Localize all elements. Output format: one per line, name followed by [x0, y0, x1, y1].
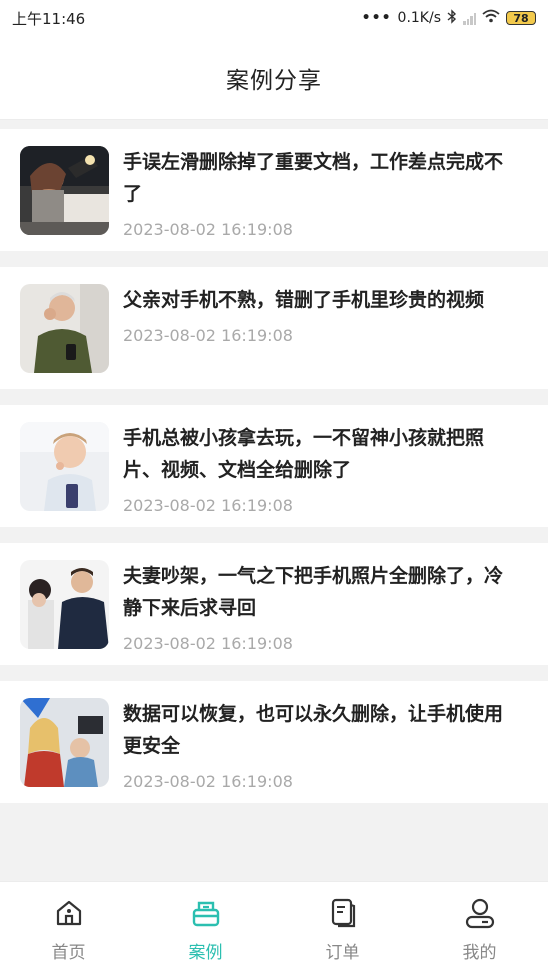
order-icon — [331, 898, 355, 928]
nav-label-profile: 我的 — [462, 943, 497, 963]
case-thumbnail — [20, 284, 109, 373]
more-dots-icon: ••• — [361, 10, 392, 26]
case-thumbnail — [20, 422, 109, 511]
case-timestamp: 2023-08-02 16:19:08 — [123, 634, 293, 653]
case-title: 夫妻吵架，一气之下把手机照片全删除了，冷静下来后求寻回 — [123, 565, 504, 619]
case-item[interactable]: 父亲对手机不熟，错删了手机里珍贵的视频 2023-08-02 16:19:08 — [0, 267, 548, 389]
case-thumbnail — [20, 146, 109, 235]
page-title: 案例分享 — [226, 67, 322, 94]
case-timestamp: 2023-08-02 16:19:08 — [123, 772, 293, 791]
signal-icon — [463, 12, 476, 25]
case-title: 手误左滑删除掉了重要文档，工作差点完成不了 — [123, 151, 504, 205]
case-item[interactable]: 手机总被小孩拿去玩，一不留神小孩就把照片、视频、文档全给删除了 2023-08-… — [0, 405, 548, 527]
nav-item-case[interactable]: 案例 — [137, 882, 274, 977]
profile-icon — [465, 898, 494, 929]
case-item[interactable]: 手误左滑删除掉了重要文档，工作差点完成不了 2023-08-02 16:19:0… — [0, 129, 548, 251]
case-timestamp: 2023-08-02 16:19:08 — [123, 326, 293, 345]
network-speed: 0.1K/s — [397, 10, 441, 26]
case-list: 手误左滑删除掉了重要文档，工作差点完成不了 2023-08-02 16:19:0… — [0, 129, 548, 819]
case-item[interactable]: 夫妻吵架，一气之下把手机照片全删除了，冷静下来后求寻回 2023-08-02 1… — [0, 543, 548, 665]
app-header: 案例分享 — [0, 36, 548, 120]
case-title: 手机总被小孩拿去玩，一不留神小孩就把照片、视频、文档全给删除了 — [123, 427, 485, 481]
bottom-nav: 首页 案例 订单 我的 — [0, 881, 548, 977]
status-bar: 上午11:46 ••• 0.1K/s 78 — [0, 0, 548, 36]
case-title: 父亲对手机不熟，错删了手机里珍贵的视频 — [123, 289, 485, 311]
case-title: 数据可以恢复，也可以永久删除，让手机使用更安全 — [123, 703, 504, 757]
battery-icon: 78 — [506, 11, 536, 25]
case-thumbnail — [20, 560, 109, 649]
home-icon — [56, 900, 81, 926]
nav-item-home[interactable]: 首页 — [0, 882, 137, 977]
status-time: 上午11:46 — [12, 9, 86, 28]
wifi-icon — [482, 9, 500, 27]
nav-label-order: 订单 — [325, 943, 360, 963]
nav-item-order[interactable]: 订单 — [274, 882, 411, 977]
case-timestamp: 2023-08-02 16:19:08 — [123, 220, 293, 239]
case-thumbnail — [20, 698, 109, 787]
case-item[interactable]: 数据可以恢复，也可以永久删除，让手机使用更安全 2023-08-02 16:19… — [0, 681, 548, 803]
case-timestamp: 2023-08-02 16:19:08 — [123, 496, 293, 515]
nav-item-profile[interactable]: 我的 — [411, 882, 548, 977]
status-indicators: ••• 0.1K/s 78 — [361, 8, 536, 28]
bluetooth-icon — [447, 8, 457, 28]
nav-label-case: 案例 — [188, 943, 223, 963]
nav-label-home: 首页 — [51, 943, 86, 963]
case-icon — [192, 901, 219, 927]
